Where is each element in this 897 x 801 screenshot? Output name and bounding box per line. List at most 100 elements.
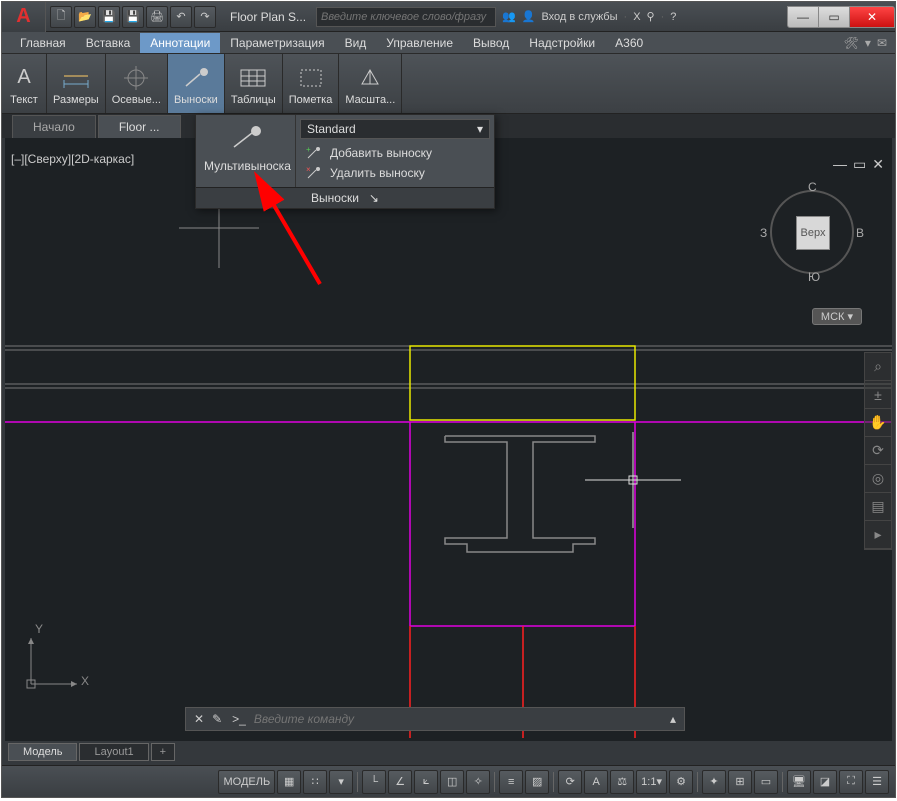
cmdline-close-icon[interactable]: ✕ (186, 712, 212, 726)
redo-icon[interactable]: ↷ (194, 6, 216, 28)
status-lineweight-icon[interactable]: ≡ (499, 770, 523, 794)
status-quickprops-icon[interactable]: ▭ (754, 770, 778, 794)
multileader-button[interactable]: Мультивыноска (196, 115, 296, 187)
status-3dosnap-icon[interactable]: ✧ (466, 770, 490, 794)
exchange-icon[interactable]: X (633, 11, 640, 23)
maximize-button[interactable]: ▭ (818, 6, 850, 28)
tab-model[interactable]: Модель (8, 743, 77, 761)
status-workspace-icon[interactable]: ✦ (702, 770, 726, 794)
new-file-icon[interactable]: 🗋 (50, 6, 72, 28)
status-annotation-icon[interactable]: A (584, 770, 608, 794)
add-leader-option[interactable]: + Добавить выноску (300, 143, 490, 163)
cmdline-expand-icon[interactable]: ▴ (662, 712, 684, 726)
nav-pan-icon[interactable]: ✋ (865, 409, 891, 437)
plot-icon[interactable]: 🖨 (146, 6, 168, 28)
tab-document[interactable]: Floor ... (98, 115, 181, 138)
add-leader-icon: + (306, 146, 322, 160)
status-transparency-icon[interactable]: ▨ (525, 770, 549, 794)
menu-home[interactable]: Главная (10, 33, 76, 53)
status-customize-icon[interactable]: ☰ (865, 770, 889, 794)
ribbon-dimensions[interactable]: Размеры (47, 54, 106, 113)
tab-start[interactable]: Начало (12, 115, 96, 138)
menu-insert[interactable]: Вставка (76, 33, 141, 53)
cmdline-config-icon[interactable]: ✎ (212, 712, 228, 726)
status-isolate-icon[interactable]: ◪ (813, 770, 837, 794)
status-cleanscreen-icon[interactable]: ⛶ (839, 770, 863, 794)
add-leader-label: Добавить выноску (330, 146, 432, 160)
status-model-button[interactable]: МОДЕЛЬ (218, 770, 275, 794)
ribbon-leaders[interactable]: Выноски (168, 54, 225, 113)
menu-addins[interactable]: Надстройки (519, 33, 605, 53)
menu-output[interactable]: Вывод (463, 33, 519, 53)
cmdline-prompt: >_ (228, 712, 250, 726)
status-scale-button[interactable]: 1:1 ▾ (636, 770, 667, 794)
ribbon-text[interactable]: A Текст (2, 54, 47, 113)
nav-zoom-icon[interactable]: ± (865, 381, 891, 409)
ribbon-markup[interactable]: Пометка (283, 54, 340, 113)
user-icon[interactable]: 👤 (522, 10, 536, 23)
title-bar: A 🗋 📂 💾 💾 🖨 ↶ ↷ Floor Plan S... 👥 👤 Вход… (2, 2, 895, 32)
menu-a360[interactable]: A360 (605, 33, 653, 53)
login-link[interactable]: Вход в службы (541, 11, 617, 23)
leader-style-dropdown[interactable]: Standard ▾ (300, 119, 490, 139)
status-units-icon[interactable]: ⊞ (728, 770, 752, 794)
navigation-bar: ⌕ ± ✋ ⟳ ◎ ▤ ▸ (864, 352, 892, 550)
save-icon[interactable]: 💾 (98, 6, 120, 28)
menu-manage[interactable]: Управление (376, 33, 463, 53)
menu-mail-icon[interactable]: ✉ (877, 36, 887, 50)
remove-leader-option[interactable]: × Удалить выноску (300, 163, 490, 183)
ucs-y-label: Y (35, 622, 43, 636)
ribbon-tables[interactable]: Таблицы (225, 54, 283, 113)
status-annoscale-icon[interactable]: ⚖ (610, 770, 634, 794)
close-button[interactable]: ✕ (849, 6, 895, 28)
minimize-button[interactable]: — (787, 6, 819, 28)
command-input[interactable] (250, 712, 662, 726)
nav-orbit-icon[interactable]: ⟳ (865, 437, 891, 465)
undo-icon[interactable]: ↶ (170, 6, 192, 28)
multileader-label: Мультивыноска (204, 159, 287, 173)
ribbon: A Текст Размеры Осевые... Выноски Табл (2, 54, 895, 114)
viewport[interactable]: [–][Сверху][2D-каркас] — ▭ ✕ Верх С Ю В … (5, 138, 892, 741)
status-snap-icon[interactable]: ∷ (303, 770, 327, 794)
status-monitor-icon[interactable]: 🖥 (787, 770, 811, 794)
nav-wheel-icon[interactable]: ◎ (865, 465, 891, 493)
status-ortho-icon[interactable]: └ (362, 770, 386, 794)
menu-tools-icon[interactable]: 🛠 (844, 36, 859, 50)
search-box (316, 7, 496, 27)
tab-layout1[interactable]: Layout1 (79, 743, 148, 761)
help-icon[interactable]: ? (670, 11, 676, 23)
status-dropdown-icon[interactable]: ▾ (329, 770, 353, 794)
status-iso-icon[interactable]: ⟀ (414, 770, 438, 794)
status-osnap-icon[interactable]: ◫ (440, 770, 464, 794)
ribbon-centerlines[interactable]: Осевые... (106, 54, 168, 113)
ribbon-scale[interactable]: Масшта... (339, 54, 402, 113)
status-polar-icon[interactable]: ∠ (388, 770, 412, 794)
ribbon-table-label: Таблицы (231, 94, 276, 106)
ribbon-dim-label: Размеры (53, 94, 99, 106)
ucs-x-label: X (81, 674, 89, 688)
leader-style-value: Standard (307, 122, 356, 136)
remove-leader-label: Удалить выноску (330, 166, 425, 180)
open-file-icon[interactable]: 📂 (74, 6, 96, 28)
leaders-panel-title[interactable]: Выноски ↘ (196, 187, 494, 208)
nav-show-icon[interactable]: ▤ (865, 493, 891, 521)
menu-parametric[interactable]: Параметризация (220, 33, 334, 53)
ribbon-markup-label: Пометка (289, 94, 333, 106)
share-icon[interactable]: ⚲ (647, 10, 655, 23)
status-cycling-icon[interactable]: ⟳ (558, 770, 582, 794)
nav-collapse-icon[interactable]: ▸ (865, 521, 891, 549)
menu-bar: Главная Вставка Аннотации Параметризация… (2, 32, 895, 54)
search-input[interactable] (316, 7, 496, 27)
menu-view[interactable]: Вид (335, 33, 377, 53)
menu-annotations[interactable]: Аннотации (140, 33, 220, 53)
app-logo[interactable]: A (2, 2, 46, 32)
saveas-icon[interactable]: 💾 (122, 6, 144, 28)
status-gear-icon[interactable]: ⚙ (669, 770, 693, 794)
people-icon[interactable]: 👥 (502, 10, 516, 23)
centerline-icon (120, 62, 152, 94)
status-grid-icon[interactable]: ▦ (277, 770, 301, 794)
nav-full-icon[interactable]: ⌕ (865, 353, 891, 381)
tab-add-layout[interactable]: + (151, 743, 175, 761)
leaders-dropdown: Мультивыноска Standard ▾ + Добавить выно… (195, 114, 495, 209)
ribbon-text-label: Текст (10, 94, 38, 106)
